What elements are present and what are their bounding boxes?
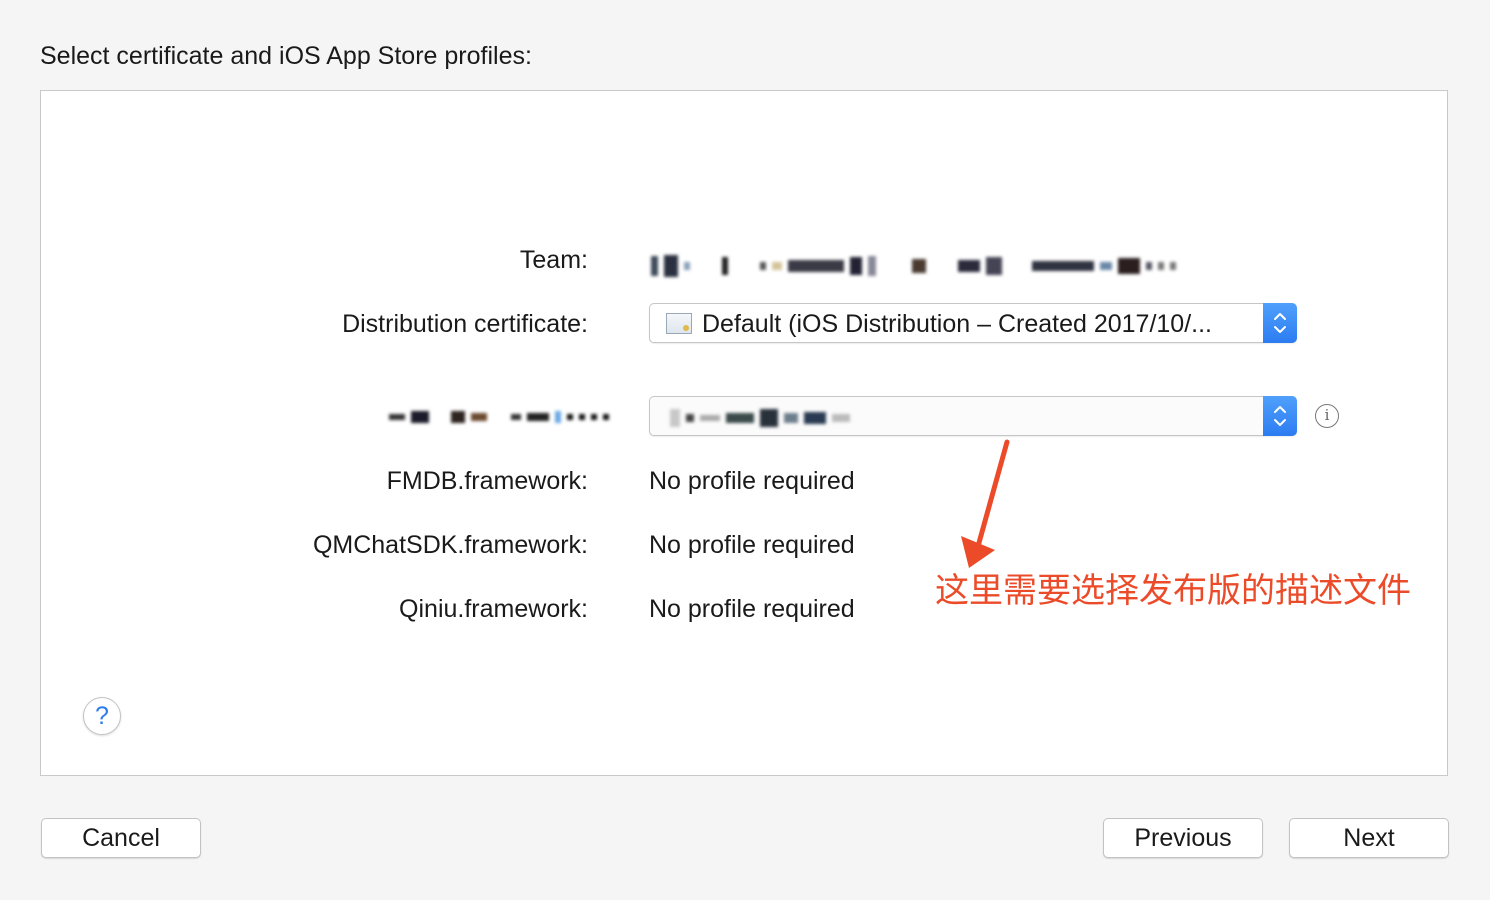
- fmdb-framework-label: FMDB.framework:: [386, 467, 588, 495]
- qmchatsdk-framework-value: No profile required: [649, 531, 855, 559]
- app-profile-label-redacted: [389, 411, 615, 423]
- annotation-arrow-icon: [961, 439, 1010, 568]
- app-profile-popup[interactable]: [649, 396, 1297, 436]
- fmdb-framework-value: No profile required: [649, 467, 855, 495]
- annotation-text: 这里需要选择发布版的描述文件: [935, 571, 1411, 611]
- certificate-icon: [666, 313, 692, 334]
- qmchatsdk-framework-label: QMChatSDK.framework:: [312, 531, 588, 559]
- app-profile-value-redacted: [670, 409, 856, 427]
- distribution-certificate-value: Default (iOS Distribution – Created 2017…: [702, 310, 1212, 338]
- cancel-button[interactable]: Cancel: [41, 818, 201, 858]
- team-value-redacted: [651, 255, 1182, 277]
- popup-stepper-icon[interactable]: [1263, 303, 1297, 343]
- distribution-certificate-label: Distribution certificate:: [342, 310, 588, 338]
- popup-stepper-icon[interactable]: [1263, 396, 1297, 436]
- qiniu-framework-label: Qiniu.framework:: [399, 595, 588, 623]
- previous-button[interactable]: Previous: [1103, 818, 1263, 858]
- next-button[interactable]: Next: [1289, 818, 1449, 858]
- page-title: Select certificate and iOS App Store pro…: [40, 42, 532, 70]
- team-label: Team:: [519, 246, 588, 274]
- profiles-panel: Team: Distribution certificate: Default …: [40, 90, 1448, 776]
- qiniu-framework-value: No profile required: [649, 595, 855, 623]
- distribution-certificate-popup[interactable]: Default (iOS Distribution – Created 2017…: [649, 303, 1297, 343]
- info-icon[interactable]: i: [1315, 404, 1339, 428]
- help-button[interactable]: ?: [83, 697, 121, 735]
